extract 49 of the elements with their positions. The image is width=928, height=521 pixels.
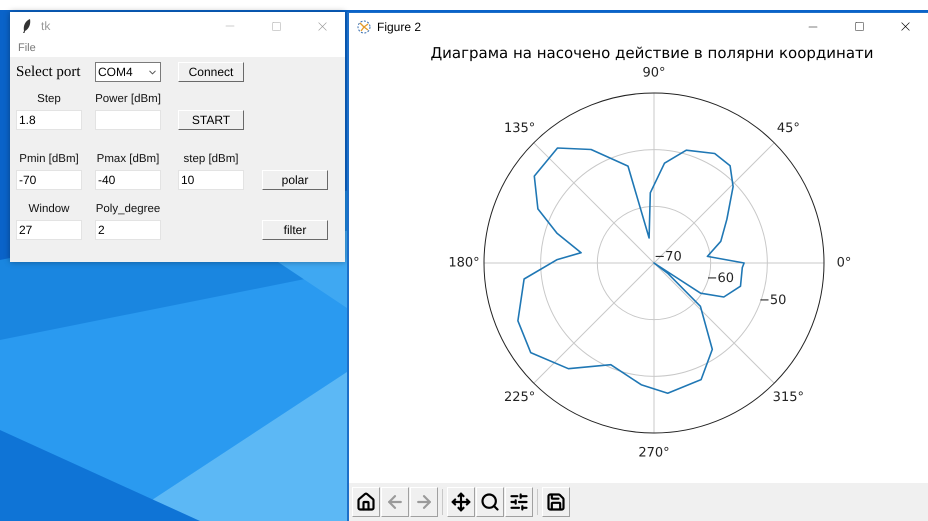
home-icon bbox=[356, 492, 376, 512]
figure-icon bbox=[357, 20, 371, 34]
field-label: Pmin [dBm] bbox=[19, 153, 79, 166]
field-label: Pmax [dBm] bbox=[96, 153, 160, 166]
field-label: Window bbox=[28, 203, 70, 216]
angle-label: 0° bbox=[836, 256, 852, 270]
radius-label: −70 bbox=[654, 250, 682, 264]
angle-label: 135° bbox=[504, 121, 536, 136]
feather-icon bbox=[22, 19, 32, 33]
field-label: Poly_degree bbox=[96, 203, 160, 216]
toolbar-button[interactable] bbox=[542, 487, 570, 517]
toolbar-button[interactable] bbox=[447, 487, 475, 517]
radius-label: −60 bbox=[706, 271, 734, 286]
toolbar-button[interactable] bbox=[476, 487, 504, 517]
angle-label: 180° bbox=[448, 256, 480, 270]
input-field[interactable]: -40 bbox=[95, 170, 161, 190]
toolbar-button[interactable] bbox=[505, 487, 533, 517]
chart-title: Диаграма на насочено действие в полярни координати bbox=[430, 44, 874, 62]
angle-label: 270° bbox=[638, 446, 670, 460]
right-arrow-icon bbox=[414, 492, 434, 512]
input-field[interactable]: 2 bbox=[95, 220, 161, 240]
input-field[interactable]: 10 bbox=[178, 170, 244, 190]
field-label: Power [dBm] bbox=[95, 93, 161, 106]
window-title: Figure 2 bbox=[377, 18, 422, 36]
field-label: step [dBm] bbox=[184, 153, 238, 166]
port-label: Select port bbox=[16, 64, 81, 80]
save-icon bbox=[546, 492, 566, 512]
move-icon bbox=[451, 492, 471, 512]
toolbar-button[interactable] bbox=[352, 487, 380, 517]
angle-label: 90° bbox=[642, 66, 666, 80]
input-field[interactable]: 1.8 bbox=[16, 110, 82, 130]
radius-label: −50 bbox=[759, 292, 786, 308]
action-button[interactable]: polar bbox=[262, 170, 328, 190]
angle-label: 45° bbox=[776, 121, 800, 136]
sliders-icon bbox=[509, 492, 529, 512]
window-title: tk bbox=[41, 18, 50, 35]
action-button[interactable]: START bbox=[178, 110, 244, 130]
action-button[interactable]: filter bbox=[262, 220, 328, 240]
input-field[interactable]: -70 bbox=[16, 170, 82, 190]
field-label: Step bbox=[37, 93, 61, 106]
search-icon bbox=[480, 492, 500, 512]
angle-label: 225° bbox=[504, 390, 536, 405]
connect-button[interactable]: Connect bbox=[178, 62, 244, 82]
input-field[interactable]: 27 bbox=[16, 220, 82, 240]
menu-item[interactable]: File bbox=[18, 40, 36, 57]
input-field[interactable] bbox=[95, 110, 161, 130]
angle-label: 315° bbox=[772, 390, 804, 405]
maximize-icon[interactable] bbox=[854, 21, 864, 32]
port-dropdown[interactable]: COM4 bbox=[95, 62, 161, 82]
